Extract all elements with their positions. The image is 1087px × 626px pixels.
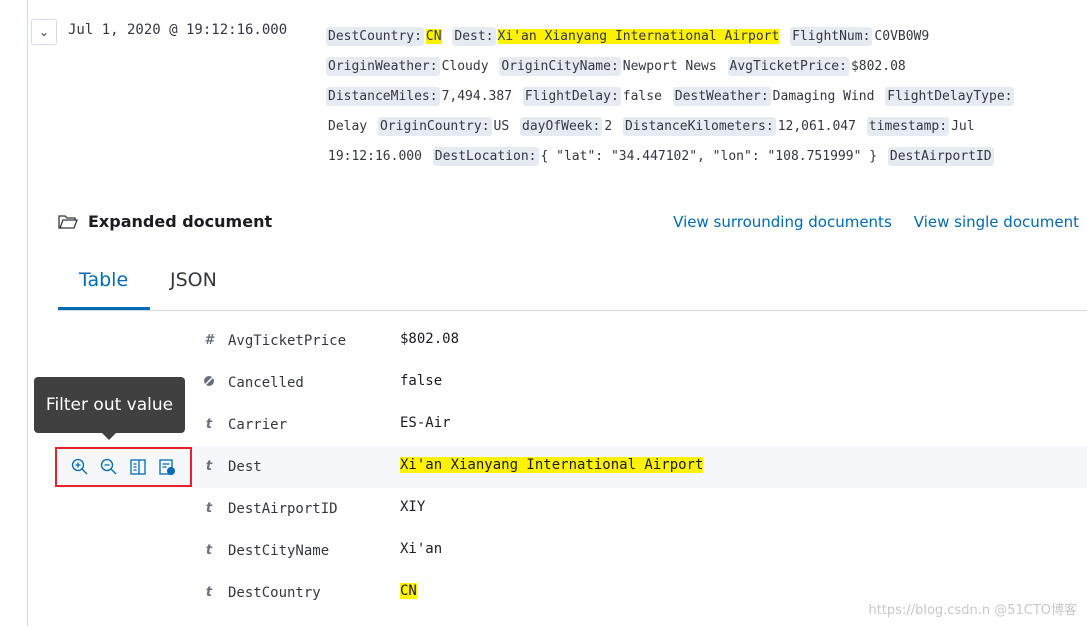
number-type-icon: # <box>204 333 214 348</box>
field-value: Newport News <box>622 59 717 74</box>
document-links: View surrounding documents View single d… <box>673 213 1079 231</box>
view-single-document-link[interactable]: View single document <box>914 213 1079 231</box>
field-value: CN <box>400 583 417 599</box>
summary-line: DistanceMiles: 7,494.387 FlightDelay: fals… <box>326 85 1015 115</box>
field-value: $802.08 <box>850 59 906 74</box>
expanded-document-title: Expanded document <box>88 212 273 231</box>
field-key: DestCountry: <box>326 27 424 46</box>
field-name: Carrier <box>228 417 288 433</box>
field-value: ES-Air <box>400 415 451 431</box>
expanded-document-heading: Expanded document <box>58 212 272 231</box>
field-value: 12,061.047 <box>777 119 856 134</box>
string-type-icon: t <box>205 501 213 516</box>
field-value: Damaging Wind <box>772 89 875 104</box>
field-name: DestAirportID <box>228 501 338 517</box>
string-type-icon: t <box>205 585 213 600</box>
tab-json[interactable]: JSON <box>170 269 217 291</box>
field-value: false <box>400 373 443 389</box>
field-value: US <box>493 119 510 134</box>
field-value: CN <box>425 29 442 44</box>
field-key: FlightDelay: <box>522 87 621 106</box>
table-row: # AvgTicketPrice $802.08 <box>58 320 1087 362</box>
table-row: t Dest Xi'an Xianyang International Airp… <box>58 446 1087 488</box>
field-key: DestLocation: <box>432 147 539 166</box>
field-value: Xi'an Xianyang International Airport <box>497 29 780 44</box>
filter-for-value-icon[interactable] <box>71 458 89 476</box>
field-name: DestCityName <box>228 543 330 559</box>
field-value: XIY <box>400 499 426 515</box>
field-key: OriginWeather: <box>326 57 440 76</box>
field-key: Dest: <box>452 27 496 46</box>
field-key: OriginCountry: <box>377 117 492 136</box>
folder-open-icon <box>58 214 78 229</box>
document-timestamp: Jul 1, 2020 @ 19:12:16.000 <box>68 22 288 38</box>
summary-line: OriginWeather: Cloudy OriginCityName: Newp… <box>326 55 1014 85</box>
field-value: { "lat": "34.447102", "lon": "108.751999… <box>540 149 878 164</box>
string-type-icon: t <box>205 543 213 558</box>
left-border <box>27 0 28 626</box>
field-value: Jul <box>951 119 975 134</box>
table-row: t DestAirportID XIY <box>58 488 1087 530</box>
field-key: timestamp: <box>866 117 950 136</box>
chevron-down-icon: ⌄ <box>38 25 50 39</box>
field-value: 19:12:16.000 <box>328 149 422 164</box>
field-key: DistanceMiles: <box>326 87 440 106</box>
active-tab-indicator <box>58 307 150 310</box>
field-key: FlightNum: <box>790 27 873 46</box>
field-value: 2 <box>604 119 613 134</box>
document-summary: DestCountry: CN Dest: Xi'an Xianyang Inter… <box>326 25 1015 175</box>
field-key: FlightDelayType: <box>885 87 1015 106</box>
field-value: Delay <box>328 119 368 134</box>
field-value: $802.08 <box>400 331 460 347</box>
field-name: DestCountry <box>228 585 321 601</box>
field-value: Xi'an <box>400 541 443 557</box>
field-key: AvgTicketPrice: <box>727 57 849 76</box>
field-name: Dest <box>228 459 262 475</box>
field-key: OriginCityName: <box>499 57 621 76</box>
string-type-icon: t <box>205 417 213 432</box>
table-row: t DestCityName Xi'an <box>58 530 1087 572</box>
summary-line: Delay OriginCountry: US dayOfWeek: 2 Dista… <box>326 115 1014 145</box>
field-value: C0VB0W9 <box>874 29 930 44</box>
toggle-column-icon[interactable] <box>129 458 147 476</box>
field-key: DistanceKilometers: <box>622 117 776 136</box>
row-actions <box>55 447 192 487</box>
field-key: DestWeather: <box>672 87 771 106</box>
tab-table[interactable]: Table <box>79 269 128 291</box>
field-name: AvgTicketPrice <box>228 333 347 349</box>
field-key: dayOfWeek: <box>520 117 603 136</box>
field-name: Cancelled <box>228 375 304 391</box>
filter-exists-icon[interactable] <box>158 458 176 476</box>
string-type-icon: t <box>205 459 213 474</box>
watermark: https://blog.csdn.n @51CTO博客 <box>868 603 1077 618</box>
collapse-toggle-button[interactable]: ⌄ <box>31 19 57 45</box>
tabs: Table JSON <box>58 255 1087 311</box>
field-value: Xi'an Xianyang International Airport <box>400 457 704 473</box>
table-row: Cancelled false <box>58 362 1087 404</box>
summary-line: 19:12:16.000 DestLocation:{ "lat": "34.4… <box>326 145 1014 175</box>
tooltip: Filter out value <box>34 377 185 440</box>
table-row: t Carrier ES-Air <box>58 404 1087 446</box>
boolean-type-icon <box>203 375 215 391</box>
field-key: DestAirportID <box>887 147 994 166</box>
filter-out-value-icon[interactable] <box>100 458 118 476</box>
view-surrounding-documents-link[interactable]: View surrounding documents <box>673 213 892 231</box>
summary-line: DestCountry: CN Dest: Xi'an Xianyang Inter… <box>326 25 1014 55</box>
field-value: Cloudy <box>441 59 489 74</box>
field-value: 7,494.387 <box>441 89 513 104</box>
field-value: false <box>622 89 662 104</box>
